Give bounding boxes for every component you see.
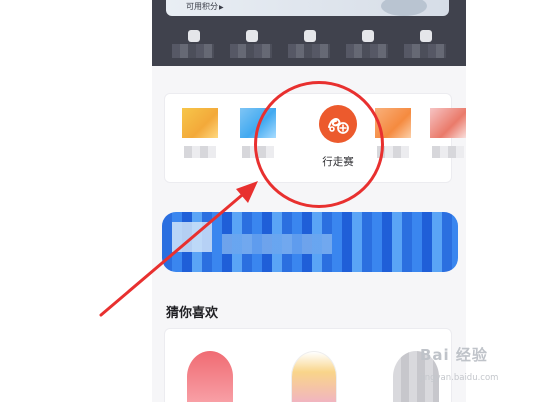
watermark-sub: jingyan.baidu.com: [420, 373, 499, 383]
watermark-main: Bai 经验: [420, 346, 488, 364]
watermark: Bai 经验 jingyan.baidu.com: [418, 340, 540, 398]
screenshot-stage: 可用积分▶ 行走赛 猜你喜欢 Bai 经验 jingyan.baidu.com: [0, 0, 546, 402]
